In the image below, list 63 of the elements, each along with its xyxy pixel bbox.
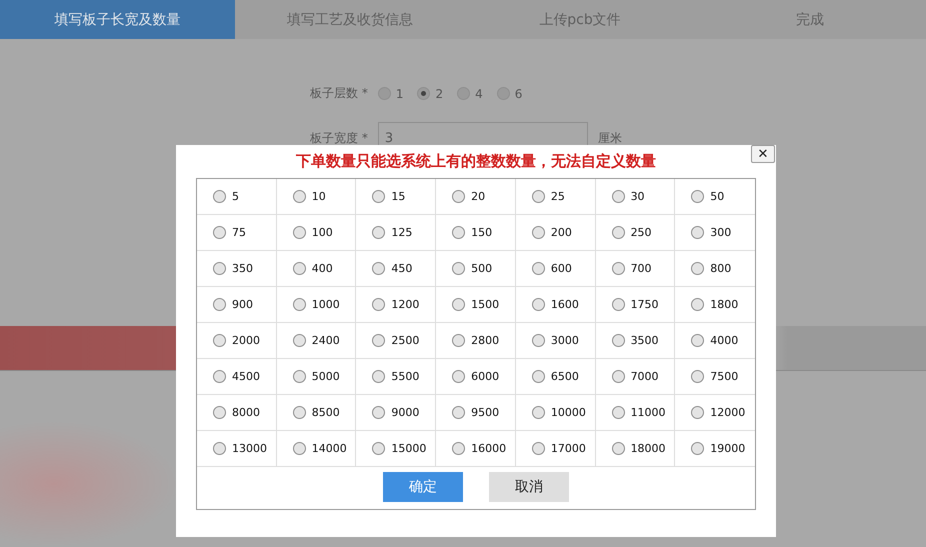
quantity-option[interactable]: 7500	[675, 359, 755, 395]
quantity-option[interactable]: 13000	[197, 431, 277, 467]
quantity-option[interactable]: 20	[436, 179, 516, 215]
quantity-option[interactable]: 18000	[596, 431, 676, 467]
quantity-option[interactable]: 75	[197, 215, 277, 251]
quantity-option[interactable]: 1500	[436, 287, 516, 323]
cancel-button[interactable]: 取消	[489, 472, 569, 502]
quantity-option[interactable]: 600	[516, 251, 596, 287]
quantity-option[interactable]: 1000	[276, 287, 356, 323]
quantity-option[interactable]: 25	[516, 179, 596, 215]
quantity-option[interactable]: 17000	[516, 431, 596, 467]
quantity-option[interactable]: 2500	[356, 323, 436, 359]
quantity-option[interactable]: 30	[596, 179, 676, 215]
quantity-option[interactable]: 150	[436, 215, 516, 251]
quantity-option[interactable]: 2400	[276, 323, 356, 359]
quantity-option[interactable]: 12000	[675, 395, 755, 431]
quantity-option[interactable]: 15	[356, 179, 436, 215]
step-tab[interactable]: 填写板子长宽及数量	[0, 0, 235, 39]
quantity-option[interactable]: 700	[596, 251, 676, 287]
quantity-option[interactable]: 125	[356, 215, 436, 251]
field-label: 板子宽度 *	[310, 130, 368, 146]
quantity-option[interactable]: 16000	[436, 431, 516, 467]
quantity-option[interactable]: 3000	[516, 323, 596, 359]
quantity-option[interactable]: 4500	[197, 359, 277, 395]
quantity-option[interactable]: 1750	[596, 287, 676, 323]
quantity-option[interactable]: 14000	[276, 431, 356, 467]
quantity-option[interactable]: 200	[516, 215, 596, 251]
quantity-option[interactable]: 6000	[436, 359, 516, 395]
quantity-option[interactable]: 350	[197, 251, 277, 287]
quantity-option[interactable]: 9000	[356, 395, 436, 431]
close-button[interactable]: ✕	[751, 145, 775, 163]
dialog-title: 下单数量只能选系统上有的整数数量，无法自定义数量	[296, 152, 656, 171]
quantity-option[interactable]: 500	[436, 251, 516, 287]
quantity-option[interactable]: 19000	[675, 431, 755, 467]
quantity-option[interactable]: 15000	[356, 431, 436, 467]
quantity-option[interactable]: 5000	[276, 359, 356, 395]
quantity-option[interactable]: 3500	[596, 323, 676, 359]
quantity-option[interactable]: 2800	[436, 323, 516, 359]
quantity-option[interactable]: 5	[197, 179, 277, 215]
quantity-option[interactable]: 8000	[197, 395, 277, 431]
quantity-option[interactable]: 11000	[596, 395, 676, 431]
quantity-option[interactable]: 50	[675, 179, 755, 215]
quantity-option[interactable]: 400	[276, 251, 356, 287]
quantity-option[interactable]: 800	[675, 251, 755, 287]
quantity-option[interactable]: 8500	[276, 395, 356, 431]
quantity-option[interactable]: 10	[276, 179, 356, 215]
quantity-option[interactable]: 1200	[356, 287, 436, 323]
quantity-option[interactable]: 300	[675, 215, 755, 251]
quantity-option[interactable]: 9500	[436, 395, 516, 431]
quantity-option[interactable]: 2000	[197, 323, 277, 359]
quantity-option[interactable]: 100	[276, 215, 356, 251]
quantity-option[interactable]: 250	[596, 215, 676, 251]
quantity-option[interactable]: 10000	[516, 395, 596, 431]
quantity-option[interactable]: 5500	[356, 359, 436, 395]
quantity-option[interactable]: 900	[197, 287, 277, 323]
quantity-option[interactable]: 4000	[675, 323, 755, 359]
quantity-option[interactable]: 1800	[675, 287, 755, 323]
field-label: 板子层数 *	[310, 85, 368, 102]
quantity-option[interactable]: 6500	[516, 359, 596, 395]
quantity-option[interactable]: 1600	[516, 287, 596, 323]
quantity-option[interactable]: 450	[356, 251, 436, 287]
quantity-option[interactable]: 7000	[596, 359, 676, 395]
unit-label: 厘米	[598, 130, 622, 146]
